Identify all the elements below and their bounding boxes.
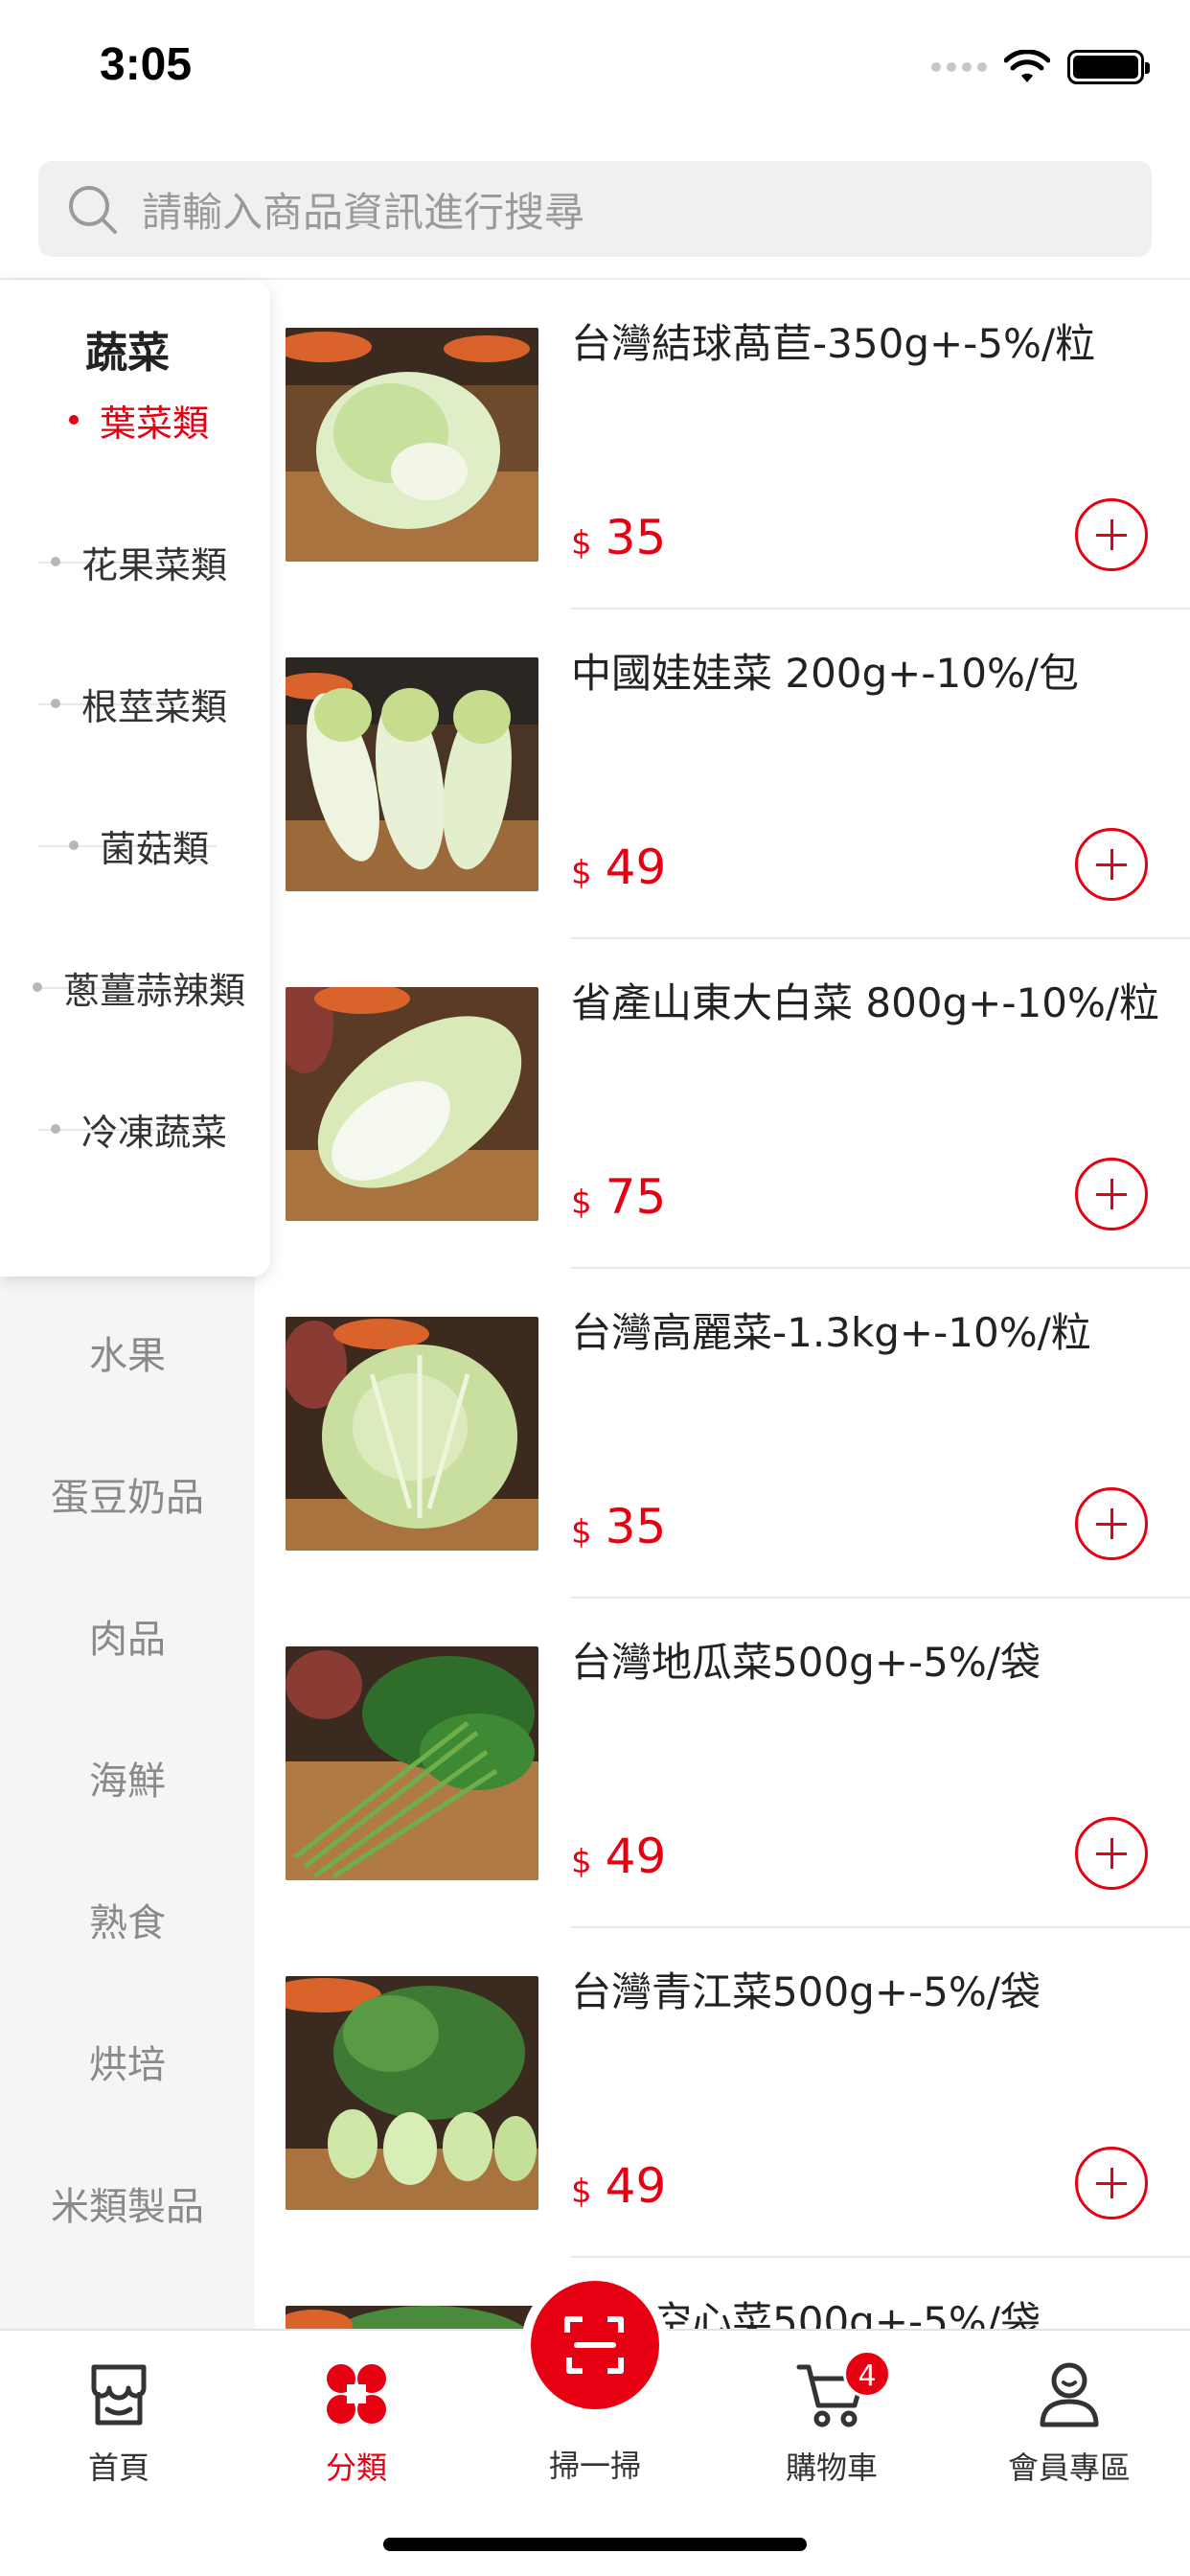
search-icon	[69, 186, 117, 234]
tab-label-scan: 掃一掃	[548, 2448, 641, 2484]
product-image-cabbage[interactable]	[286, 1317, 538, 1551]
price-amount: 35	[605, 1499, 667, 1554]
product-name: 中國娃娃菜 200g+-10%/包	[571, 650, 1080, 697]
sub-category-label: 蔥薑蒜辣類	[62, 969, 245, 1012]
tab-cart[interactable]: 4 購物車	[736, 2350, 927, 2488]
product-price: $ 35	[571, 1499, 666, 1554]
bullet-dot-icon	[50, 699, 60, 708]
status-icons	[931, 50, 1150, 84]
sub-category-label: 冷凍蔬菜	[80, 1111, 227, 1154]
price-amount: 49	[605, 2158, 667, 2214]
product-price: $ 49	[571, 840, 666, 895]
product-price: $ 75	[571, 1169, 666, 1225]
bullet-dot-icon	[50, 1124, 60, 1134]
sidebar-item-fruit[interactable]: 水果	[0, 1324, 255, 1380]
bullet-dot-icon	[50, 557, 60, 566]
category-sidebar: 蔬菜 葉菜類 花果菜類 根莖菜類 菌菇類 蔥薑蒜辣類 冷凍蔬菜 水果 蛋豆奶品 …	[0, 280, 270, 2371]
product-name: 台灣結球萵苣-350g+-5%/粒	[571, 320, 1096, 367]
product-name: 台灣地瓜菜500g+-5%/袋	[571, 1639, 1041, 1686]
product-price: $ 49	[571, 1828, 666, 1884]
cart-count-badge: 4	[843, 2350, 891, 2398]
status-bar: 3:05	[0, 0, 1190, 144]
sidebar-item-dairy[interactable]: 蛋豆奶品	[0, 1466, 255, 1522]
product-name: 台灣高麗菜-1.3kg+-10%/粒	[571, 1309, 1091, 1356]
product-card[interactable]: 省產山東大白菜 800g+-10%/粒 $ 75	[255, 939, 1190, 1269]
bullet-dot-icon	[68, 840, 79, 850]
add-to-cart-button[interactable]	[1075, 1158, 1148, 1230]
price-amount: 35	[605, 510, 667, 565]
product-image-lettuce[interactable]	[286, 328, 538, 562]
sub-category-root[interactable]: 根莖菜類	[19, 632, 259, 774]
tab-scan[interactable]	[518, 2281, 672, 2434]
tab-label: 分類	[325, 2450, 387, 2486]
add-to-cart-button[interactable]	[1075, 1487, 1148, 1560]
sub-category-fruit-veg[interactable]: 花果菜類	[19, 491, 259, 632]
product-image-sweet-potato-leaves[interactable]	[286, 1646, 538, 1880]
product-card[interactable]: 台灣青江菜500g+-5%/袋 $ 49	[255, 1928, 1190, 2258]
tab-label: 首頁	[87, 2450, 149, 2486]
sub-category-mushroom[interactable]: 菌菇類	[19, 774, 259, 916]
add-to-cart-button[interactable]	[1075, 2147, 1148, 2220]
status-time: 3:05	[100, 39, 193, 90]
bullet-dot-icon	[68, 415, 79, 425]
sub-category-frozen[interactable]: 冷凍蔬菜	[19, 1058, 259, 1200]
sidebar-item-meat[interactable]: 肉品	[0, 1608, 255, 1664]
sub-category-leafy[interactable]: 葉菜類	[19, 349, 259, 491]
sub-category-label: 菌菇類	[99, 827, 209, 870]
sub-category-panel: 蔬菜 葉菜類 花果菜類 根莖菜類 菌菇類 蔥薑蒜辣類 冷凍蔬菜	[0, 280, 270, 1276]
product-card[interactable]: 台灣高麗菜-1.3kg+-10%/粒 $ 35	[255, 1269, 1190, 1598]
currency-symbol: $	[571, 2173, 592, 2211]
currency-symbol: $	[571, 1184, 592, 1222]
sub-category-label: 根莖菜類	[80, 685, 227, 728]
add-to-cart-button[interactable]	[1075, 498, 1148, 571]
tab-member[interactable]: 會員專區	[973, 2356, 1165, 2488]
scan-icon	[564, 2316, 624, 2374]
sub-category-label: 花果菜類	[80, 543, 227, 586]
product-price: $ 49	[571, 2158, 666, 2214]
tab-label: 購物車	[785, 2450, 878, 2486]
sidebar-item-rice[interactable]: 米類製品	[0, 2175, 255, 2231]
product-card[interactable]: 中國娃娃菜 200g+-10%/包 $ 49	[255, 610, 1190, 939]
product-image-bok-choy[interactable]	[286, 1976, 538, 2210]
wifi-icon	[1004, 50, 1050, 82]
product-image-napa-cabbage[interactable]	[286, 987, 538, 1221]
currency-symbol: $	[571, 1843, 592, 1881]
battery-icon	[1067, 50, 1150, 84]
product-price: $ 35	[571, 510, 666, 565]
add-to-cart-button[interactable]	[1075, 1817, 1148, 1890]
search-bar[interactable]: 請輸入商品資訊進行搜尋	[38, 161, 1152, 257]
price-amount: 75	[605, 1169, 667, 1225]
product-name: 台灣青江菜500g+-5%/袋	[571, 1968, 1041, 2015]
product-name: 省產山東大白菜 800g+-10%/粒	[571, 979, 1160, 1026]
price-amount: 49	[605, 840, 667, 895]
currency-symbol: $	[571, 1513, 592, 1552]
sub-category-spice[interactable]: 蔥薑蒜辣類	[19, 916, 259, 1058]
tab-category[interactable]: 分類	[261, 2356, 452, 2488]
product-card[interactable]: 台灣結球萵苣-350g+-5%/粒 $ 35	[255, 280, 1190, 610]
search-input[interactable]: 請輸入商品資訊進行搜尋	[142, 180, 584, 239]
price-amount: 49	[605, 1828, 667, 1884]
product-image-baby-cabbage[interactable]	[286, 657, 538, 891]
home-indicator	[383, 2538, 807, 2551]
tab-home[interactable]: 首頁	[23, 2356, 215, 2488]
cellular-signal-icon	[931, 62, 987, 72]
scan-button[interactable]	[531, 2281, 659, 2409]
currency-symbol: $	[571, 524, 592, 563]
home-store-icon	[91, 2364, 147, 2426]
member-user-icon	[1040, 2362, 1099, 2427]
tab-label: 會員專區	[1007, 2450, 1131, 2486]
sub-category-label: 葉菜類	[99, 402, 209, 445]
add-to-cart-button[interactable]	[1075, 828, 1148, 901]
category-grid-icon	[327, 2364, 386, 2424]
sidebar-item-bakery[interactable]: 烘培	[0, 2034, 255, 2089]
bullet-dot-icon	[32, 982, 42, 992]
product-card[interactable]: 台灣地瓜菜500g+-5%/袋 $ 49	[255, 1598, 1190, 1928]
currency-symbol: $	[571, 854, 592, 892]
sidebar-item-seafood[interactable]: 海鮮	[0, 1750, 255, 1806]
sidebar-item-deli[interactable]: 熟食	[0, 1892, 255, 1947]
